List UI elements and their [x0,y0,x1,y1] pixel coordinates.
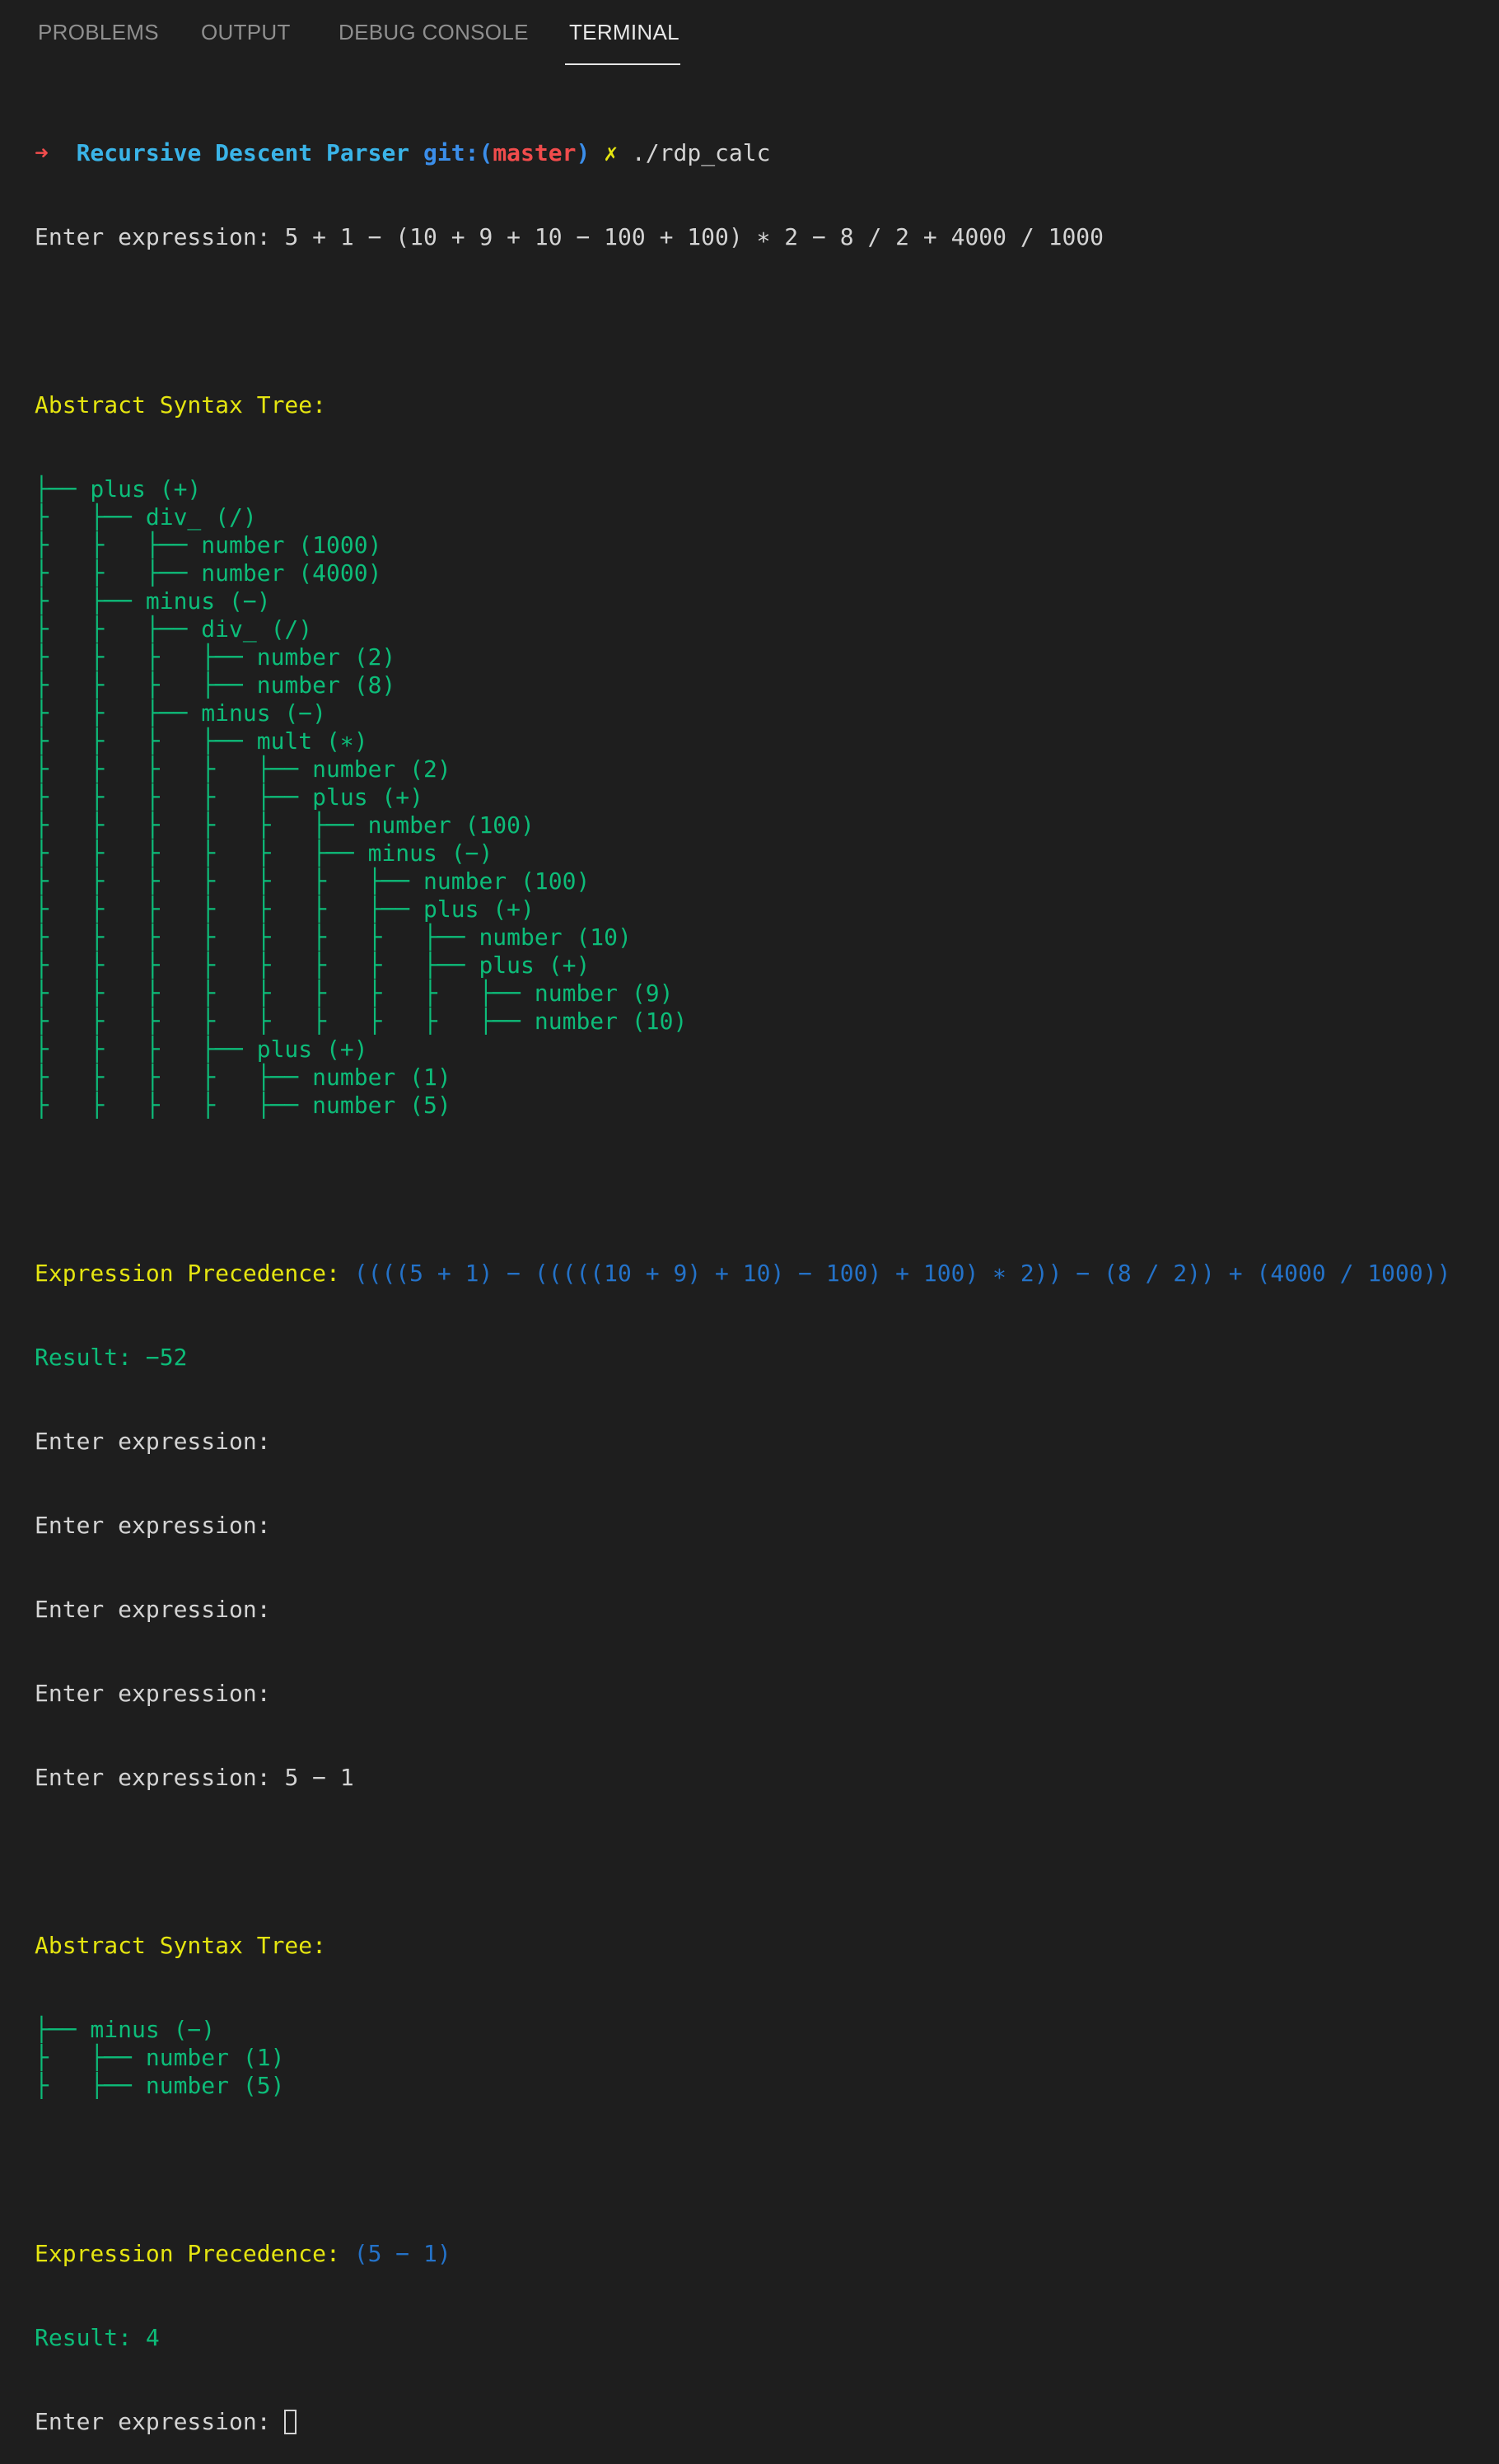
ast-node: ├── minus (−) [35,2016,216,2043]
ast-node: ├ ├ ├── minus (−) [35,699,327,727]
tab-output[interactable]: OUTPUT [201,18,291,46]
ast-node: ├ ├ ├ ├ ├ ├ ├ ├── number (10) [35,923,632,951]
precedence-value: ((((5 + 1) − (((((10 + 9) + 10) − 100) +… [353,1260,1451,1287]
precedence-line: Expression Precedence: (5 − 1) [35,2240,1450,2268]
input-line: Enter expression: 5 + 1 − (10 + 9 + 10 −… [35,223,1450,251]
tab-terminal[interactable]: TERMINAL [569,18,679,46]
ast-node: ├ ├ ├ ├ ├ ├── number (100) [35,811,535,839]
ast-node: ├ ├ ├ ├ ├ ├ ├ ├ ├── number (9) [35,980,674,1007]
input-expression: 5 + 1 − (10 + 9 + 10 − 100 + 100) ∗ 2 − … [284,223,1104,250]
panel-tab-bar: PROBLEMS OUTPUT DEBUG CONSOLE TERMINAL [0,0,1499,66]
input-line: Enter expression: 5 − 1 [35,1764,1450,1792]
ast-heading: Abstract Syntax Tree: [35,1932,327,1959]
precedence-label: Expression Precedence: [35,2240,354,2267]
prompt-command: ./rdp_calc [631,139,771,166]
ast-node: ├ ├ ├ ├ ├ ├── minus (−) [35,839,493,867]
ast-node: ├ ├ ├ ├ ├ ├ ├── number (100) [35,867,591,895]
tab-problems[interactable]: PROBLEMS [38,18,159,46]
terminal-cursor[interactable] [284,2410,297,2434]
ast-node: ├ ├ ├── div_ (/) [35,615,313,643]
terminal-output[interactable]: ➜ Recursive Descent Parser git:(master) … [35,83,1450,2464]
result-line: Result: 4 [35,2324,160,2351]
ast-node: ├ ├ ├ ├ ├── number (2) [35,755,451,783]
tab-debug-console[interactable]: DEBUG CONSOLE [339,18,529,46]
ast-node: ├ ├ ├ ├── number (8) [35,671,396,699]
ast-node: ├ ├── number (5) [35,2072,285,2099]
precedence-line: Expression Precedence: ((((5 + 1) − ((((… [35,1260,1450,1288]
prompt-arrow-icon: ➜ [35,139,49,166]
active-tab-indicator [565,63,680,65]
ast-node: ├ ├ ├ ├ ├── plus (+) [35,783,424,811]
prompt-git-prefix: git:( [423,139,493,166]
ast-node: ├ ├── number (1) [35,2044,285,2071]
empty-prompt-line: Enter expression: [35,1512,271,1539]
result-line: Result: −52 [35,1344,188,1371]
input-line[interactable]: Enter expression: [35,2408,1450,2436]
ast-node: ├ ├── minus (−) [35,587,271,615]
ast-node: ├ ├ ├ ├ ├── number (1) [35,1064,451,1091]
input-label: Enter expression: [35,1764,285,1791]
prompt-directory: Recursive Descent Parser [76,139,410,166]
ast-tree: ├── plus (+) ├ ├── div_ (/) ├ ├ ├── number… [35,475,1450,1120]
ast-tree: ├── minus (−) ├ ├── number (1) ├ ├── numbe… [35,2016,1450,2100]
empty-prompt-line: Enter expression: [35,1596,271,1623]
prompt-git-branch: master [493,139,577,166]
empty-prompt-line: Enter expression: [35,1428,271,1455]
ast-node: ├ ├ ├ ├ ├ ├ ├ ├ ├── number (10) [35,1008,688,1035]
ast-node: ├ ├ ├ ├ ├── number (5) [35,1092,451,1119]
precedence-label: Expression Precedence: [35,1260,354,1287]
ast-node: ├ ├ ├── number (4000) [35,559,382,587]
input-label: Enter expression: [35,223,285,250]
shell-prompt-line: ➜ Recursive Descent Parser git:(master) … [35,139,1450,167]
empty-prompt-line: Enter expression: [35,1680,271,1707]
ast-heading: Abstract Syntax Tree: [35,391,327,418]
prompt-git-suffix: ) [576,139,591,166]
ast-node: ├ ├ ├ ├── mult (∗) [35,727,368,755]
input-label: Enter expression: [35,2408,285,2435]
precedence-value: (5 − 1) [353,2240,451,2267]
input-expression: 5 − 1 [284,1764,354,1791]
ast-node: ├── plus (+) [35,475,202,503]
ast-node: ├ ├── div_ (/) [35,503,257,531]
ast-node: ├ ├ ├── number (1000) [35,531,382,559]
ast-node: ├ ├ ├ ├── number (2) [35,643,396,671]
ast-node: ├ ├ ├ ├ ├ ├ ├ ├── plus (+) [35,951,591,979]
ast-node: ├ ├ ├ ├── plus (+) [35,1036,368,1063]
ast-node: ├ ├ ├ ├ ├ ├ ├── plus (+) [35,895,535,923]
dirty-mark-icon: ✗ [604,139,619,166]
